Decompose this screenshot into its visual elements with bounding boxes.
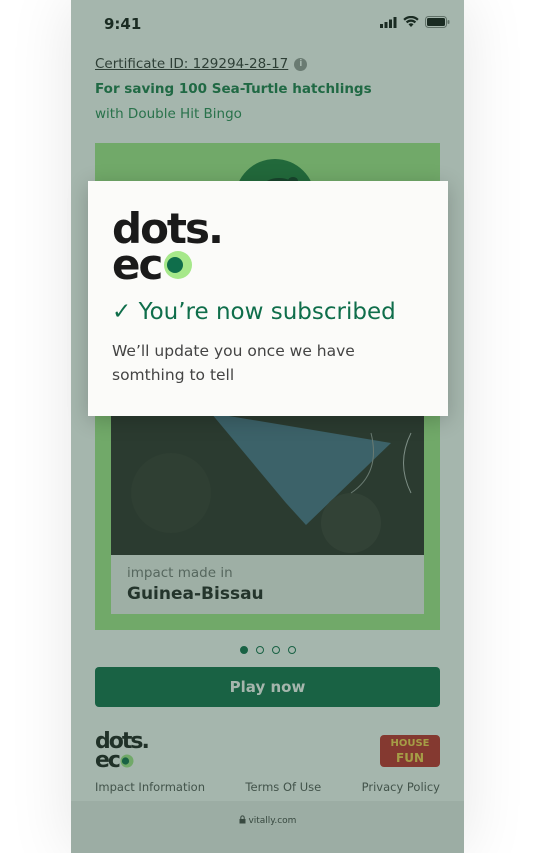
modal-logo-line2: ec — [112, 240, 163, 290]
dots-eco-logo: dots. ec — [112, 207, 224, 290]
modal-body: We’ll update you once we have somthing t… — [112, 342, 355, 384]
checkmark-icon: ✓ — [112, 299, 132, 325]
eco-dot-icon — [164, 251, 193, 280]
subscription-success-modal: dots. ec ✓ You’re now subscribed We’ll u… — [88, 181, 448, 416]
modal-title: ✓ You’re now subscribed — [112, 299, 396, 325]
phone-frame: 9:41 Certificate ID: 129294-28-17 i For … — [71, 0, 464, 853]
modal-title-text: You’re now subscribed — [138, 299, 396, 325]
modal-backdrop[interactable] — [71, 0, 464, 853]
